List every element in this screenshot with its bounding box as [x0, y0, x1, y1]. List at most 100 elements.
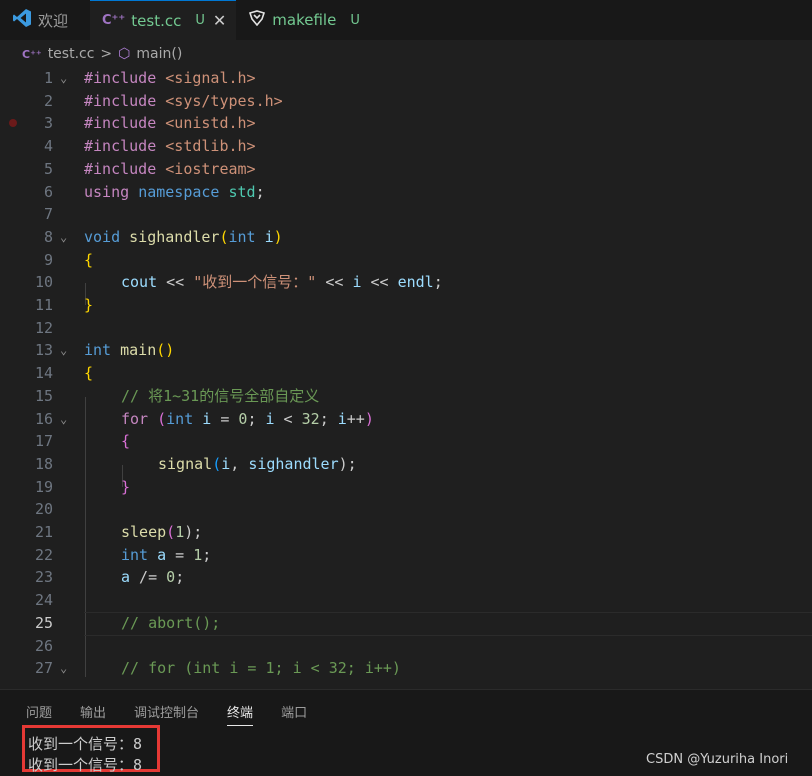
- code-line: 20: [0, 498, 812, 521]
- code-token: <<: [316, 273, 353, 292]
- breadcrumb: C⁺⁺ test.cc > ⬡ main(): [0, 41, 812, 67]
- code-token: ,: [230, 454, 249, 473]
- chevron-down-icon[interactable]: ⌄: [60, 657, 67, 680]
- line-number: 4: [43, 137, 53, 156]
- tab-debug-console[interactable]: 调试控制台: [134, 702, 199, 726]
- code-token: i: [265, 409, 275, 428]
- code-line: 21 sleep(1);: [0, 521, 812, 544]
- line-number: 10: [34, 273, 53, 292]
- chevron-down-icon[interactable]: ⌄: [60, 339, 67, 362]
- code-token: namespace: [138, 182, 229, 201]
- code-token: (): [156, 341, 175, 360]
- code-line: 12: [0, 317, 812, 340]
- line-number: 9: [43, 250, 53, 269]
- code-token: cout: [121, 273, 167, 292]
- line-number: 1: [43, 69, 53, 87]
- code-line: 17 {: [0, 430, 812, 453]
- code-token: a: [157, 545, 167, 564]
- code-token: {: [84, 250, 94, 269]
- code-line: 9 {: [0, 249, 812, 272]
- line-number: 23: [34, 568, 53, 587]
- cube-icon: ⬡: [118, 46, 131, 62]
- tab-problems[interactable]: 问题: [26, 702, 52, 726]
- breadcrumb-symbol[interactable]: main(): [136, 46, 182, 62]
- code-token: signal: [158, 454, 213, 473]
- tab-ports[interactable]: 端口: [281, 702, 307, 726]
- code-line: 1 ⌄ #include <signal.h>: [0, 67, 812, 90]
- code-line: 16 ⌄ for (int i = 0; i < 32; i++): [0, 408, 812, 431]
- code-token: #include: [84, 91, 166, 110]
- code-token: 1: [193, 545, 203, 564]
- code-token: std: [228, 182, 256, 201]
- code-token: ;: [247, 409, 266, 428]
- code-line: 8 ⌄ void sighandler(int i): [0, 226, 812, 249]
- code-token: <iostream>: [165, 159, 256, 178]
- code-token: /=: [130, 568, 167, 587]
- code-token: ++: [346, 409, 365, 428]
- code-token: }: [121, 477, 131, 496]
- code-line: 19 }: [0, 476, 812, 499]
- code-comment: // for (int i = 1; i < 32; i++): [121, 659, 401, 678]
- code-token: void: [84, 227, 130, 246]
- code-token: ;: [319, 409, 338, 428]
- code-token: 1: [175, 523, 185, 541]
- line-number: 18: [34, 454, 53, 473]
- code-editor[interactable]: 1 ⌄ #include <signal.h> 2 #include <sys/…: [0, 67, 812, 689]
- line-number: 2: [43, 91, 53, 110]
- code-token: int: [228, 227, 265, 246]
- tab-welcome[interactable]: 欢迎: [0, 0, 80, 40]
- line-number: 27: [34, 659, 53, 678]
- code-line: 15 // 将1~31的信号全部自定义: [0, 385, 812, 408]
- line-number: 24: [34, 591, 53, 610]
- code-token: 32: [301, 409, 320, 428]
- code-token: int: [166, 409, 203, 428]
- code-token: main: [120, 341, 157, 360]
- code-line: 26: [0, 635, 812, 658]
- tab-makefile[interactable]: makefile U: [236, 0, 372, 40]
- tab-output[interactable]: 输出: [80, 702, 106, 726]
- chevron-down-icon[interactable]: ⌄: [60, 226, 67, 249]
- code-line: 23 a /= 0;: [0, 566, 812, 589]
- line-number: 26: [34, 636, 53, 655]
- line-number: 13: [34, 341, 53, 360]
- untracked-badge: U: [350, 12, 360, 28]
- code-token: int: [84, 341, 121, 360]
- code-token: "收到一个信号：": [193, 273, 317, 292]
- line-number: 7: [43, 205, 53, 224]
- chevron-down-icon[interactable]: ⌄: [60, 408, 67, 431]
- code-token: 0: [166, 568, 176, 587]
- code-token: );: [184, 523, 203, 541]
- code-token: ;: [175, 568, 185, 587]
- line-number: 15: [34, 386, 53, 405]
- breadcrumb-file[interactable]: test.cc: [48, 46, 95, 62]
- code-line: 4 #include <stdlib.h>: [0, 135, 812, 158]
- code-token: int: [121, 545, 158, 564]
- code-line: 11 }: [0, 294, 812, 317]
- code-token: ;: [433, 273, 443, 292]
- untracked-badge: U: [195, 13, 205, 28]
- code-token: <sys/types.h>: [165, 91, 283, 110]
- line-number: 17: [34, 432, 53, 451]
- editor-tab-bar: 欢迎 C⁺⁺ test.cc U ✕ makefile U: [0, 0, 812, 40]
- code-token: <<: [361, 273, 398, 292]
- tab-test-cc[interactable]: C⁺⁺ test.cc U ✕: [90, 0, 237, 40]
- line-number: 6: [43, 182, 53, 201]
- tab-terminal[interactable]: 终端: [227, 702, 254, 726]
- code-token: ): [273, 227, 283, 246]
- line-number: 19: [34, 477, 53, 496]
- code-token: sighandler: [129, 227, 220, 246]
- close-icon[interactable]: ✕: [213, 11, 226, 30]
- line-number: 11: [34, 296, 53, 314]
- line-number: 16: [34, 409, 53, 428]
- code-comment: // 将1~31的信号全部自定义: [121, 386, 320, 405]
- code-line: 10 cout << "收到一个信号：" << i << endl;: [0, 271, 812, 294]
- code-token: <stdlib.h>: [165, 137, 256, 156]
- line-number: 5: [43, 159, 53, 178]
- code-line: 18 signal(i, sighandler);: [0, 453, 812, 476]
- line-number: 12: [34, 318, 53, 337]
- code-token: {: [84, 364, 94, 383]
- code-token: a: [121, 568, 131, 587]
- chevron-down-icon[interactable]: ⌄: [60, 67, 67, 90]
- code-token: );: [338, 454, 357, 473]
- code-line: 7: [0, 203, 812, 226]
